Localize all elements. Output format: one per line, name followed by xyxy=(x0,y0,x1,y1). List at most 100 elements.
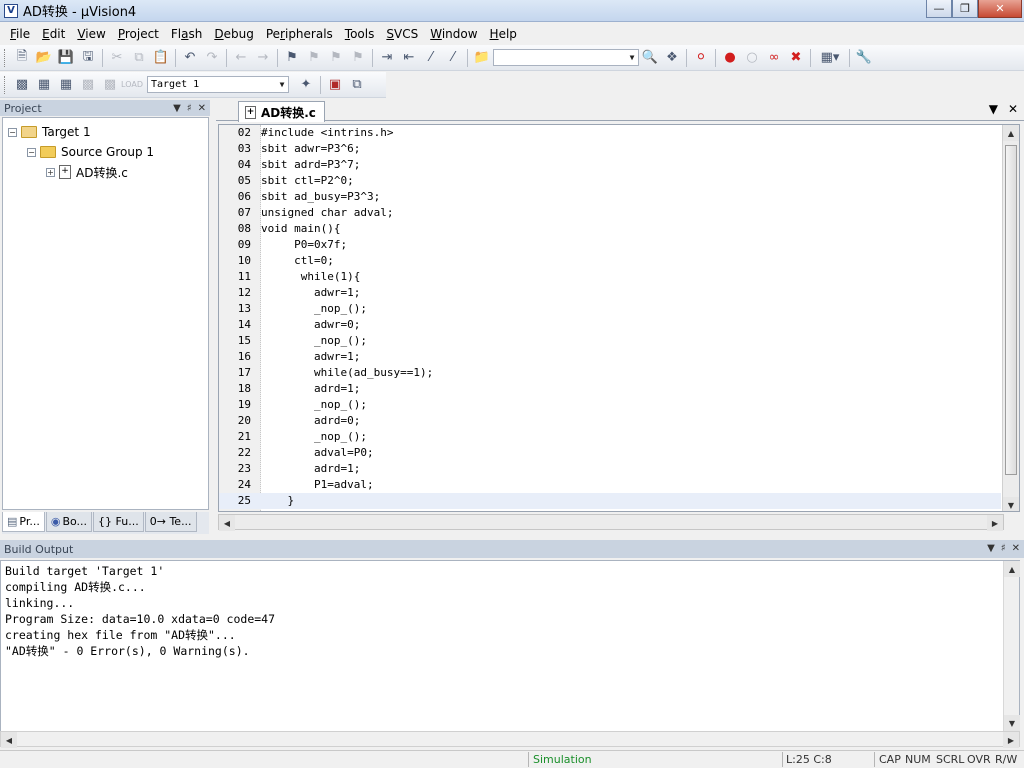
disable-breakpoint-icon[interactable]: ○ xyxy=(741,47,763,69)
code-editor[interactable]: 02 #include <intrins.h> 03 sbit adwr=P3^6; 0… xyxy=(218,124,1020,512)
editor-tab[interactable]: + AD转换.c xyxy=(238,101,325,122)
disable-all-breakpoints-icon[interactable]: ∞ xyxy=(763,47,785,69)
nav-back-icon[interactable]: ← xyxy=(230,47,252,69)
code-line[interactable]: 10 ctl=0; xyxy=(219,253,1001,269)
scroll-up-icon[interactable]: ▲ xyxy=(1003,125,1019,141)
menu-file[interactable]: File xyxy=(4,27,36,41)
find-icon[interactable]: 🔍 xyxy=(639,47,661,69)
find-in-files-icon[interactable]: 📁 xyxy=(471,47,493,69)
redo-icon[interactable]: ↷ xyxy=(201,47,223,69)
chevron-down-icon[interactable]: ▼ xyxy=(276,77,288,92)
clear-bookmarks-icon[interactable]: ⚑ xyxy=(347,47,369,69)
build-output[interactable]: ▲ ▼ Build target 'Target 1' compiling AD转… xyxy=(0,560,1020,732)
vertical-scrollbar[interactable]: ▲ ▼ xyxy=(1003,561,1020,731)
scroll-left-icon[interactable]: ◀ xyxy=(219,515,235,531)
vertical-scrollbar[interactable]: ▲ ▼ xyxy=(1002,125,1019,511)
code-line[interactable]: 25 } xyxy=(219,493,1001,509)
code-line[interactable]: 12 adwr=1; xyxy=(219,285,1001,301)
minimize-button[interactable]: — xyxy=(926,0,952,18)
panel-menu-icon[interactable]: ▼ xyxy=(987,543,995,554)
find-combo[interactable]: ▼ xyxy=(493,49,639,66)
scroll-right-icon[interactable]: ▶ xyxy=(987,515,1003,531)
code-line[interactable]: 23 adrd=1; xyxy=(219,461,1001,477)
bookmark-icon[interactable]: ⚑ xyxy=(281,47,303,69)
prev-bookmark-icon[interactable]: ⚑ xyxy=(303,47,325,69)
menu-peripherals[interactable]: Peripherals xyxy=(260,27,339,41)
menu-svcs[interactable]: SVCS xyxy=(380,27,424,41)
scroll-right-icon[interactable]: ▶ xyxy=(1003,732,1019,748)
save-icon[interactable]: 💾 xyxy=(55,47,77,69)
code-line[interactable]: 08 void main(){ xyxy=(219,221,1001,237)
code-line[interactable]: 17 while(ad_busy==1); xyxy=(219,365,1001,381)
pin-icon[interactable]: ♯ xyxy=(1001,543,1006,554)
undo-icon[interactable]: ↶ xyxy=(179,47,201,69)
close-icon[interactable]: ✕ xyxy=(198,103,206,114)
tree-item-file[interactable]: + + AD转换.c xyxy=(46,163,128,181)
code-line[interactable]: 09 P0=0x7f; xyxy=(219,237,1001,253)
paste-icon[interactable]: 📋 xyxy=(150,47,172,69)
copy-icon[interactable]: ⧉ xyxy=(128,47,150,69)
code-line[interactable]: 05 sbit ctl=P2^0; xyxy=(219,173,1001,189)
code-line[interactable]: 02 #include <intrins.h> xyxy=(219,125,1001,141)
code-line[interactable]: 22 adval=P0; xyxy=(219,445,1001,461)
menu-flash[interactable]: Flash xyxy=(165,27,208,41)
pin-icon[interactable]: ♯ xyxy=(187,103,192,114)
code-line[interactable]: 13 _nop_(); xyxy=(219,301,1001,317)
scroll-up-icon[interactable]: ▲ xyxy=(1004,561,1020,577)
tab-templates[interactable]: 0→ Te... xyxy=(144,512,197,532)
tab-books[interactable]: ◉ Bo... xyxy=(45,512,93,532)
code-line[interactable]: 04 sbit adrd=P3^7; xyxy=(219,157,1001,173)
translate-icon[interactable]: ▩ xyxy=(11,74,33,96)
menu-view[interactable]: View xyxy=(71,27,111,41)
uncomment-icon[interactable]: ⁄ xyxy=(442,47,464,69)
code-line[interactable]: 21 _nop_(); xyxy=(219,429,1001,445)
comment-icon[interactable]: ⁄ xyxy=(420,47,442,69)
code-line[interactable]: 07 unsigned char adval; xyxy=(219,205,1001,221)
code-line[interactable]: 24 P1=adval; xyxy=(219,477,1001,493)
code-line[interactable]: 03 sbit adwr=P3^6; xyxy=(219,141,1001,157)
tab-list-icon[interactable]: ▼ xyxy=(989,102,998,116)
configure-icon[interactable]: 🔧 xyxy=(853,47,875,69)
code-line[interactable]: 18 adrd=1; xyxy=(219,381,1001,397)
nav-forward-icon[interactable]: → xyxy=(252,47,274,69)
stop-build-icon[interactable]: ▩ xyxy=(99,74,121,96)
indent-icon[interactable]: ⇥ xyxy=(376,47,398,69)
next-bookmark-icon[interactable]: ⚑ xyxy=(325,47,347,69)
close-button[interactable]: ✕ xyxy=(978,0,1022,18)
cut-icon[interactable]: ✂ xyxy=(106,47,128,69)
scroll-thumb[interactable] xyxy=(1005,145,1017,475)
code-line[interactable]: 15 _nop_(); xyxy=(219,333,1001,349)
manage-components-icon[interactable]: ▣ xyxy=(324,74,346,96)
menu-tools[interactable]: Tools xyxy=(339,27,381,41)
expand-icon[interactable]: + xyxy=(46,167,55,177)
menu-edit[interactable]: Edit xyxy=(36,27,71,41)
scroll-down-icon[interactable]: ▼ xyxy=(1003,497,1019,511)
save-all-icon[interactable]: 🖫 xyxy=(77,47,99,69)
unindent-icon[interactable]: ⇤ xyxy=(398,47,420,69)
menu-debug[interactable]: Debug xyxy=(208,27,259,41)
code-line[interactable]: 19 _nop_(); xyxy=(219,397,1001,413)
close-icon[interactable]: ✕ xyxy=(1008,102,1018,116)
rebuild-icon[interactable]: ▦ xyxy=(55,74,77,96)
download-icon[interactable]: LOAD xyxy=(121,74,143,96)
multi-project-icon[interactable]: ⧉ xyxy=(346,74,368,96)
tree-item-target[interactable]: − Target 1 xyxy=(8,123,91,141)
menu-window[interactable]: Window xyxy=(424,27,483,41)
code-line[interactable]: 11 while(1){ xyxy=(219,269,1001,285)
collapse-icon[interactable]: − xyxy=(8,127,17,137)
tree-item-source-group[interactable]: − Source Group 1 xyxy=(27,143,154,161)
tab-functions[interactable]: {} Fu... xyxy=(93,512,144,532)
code-line[interactable]: 06 sbit ad_busy=P3^3; xyxy=(219,189,1001,205)
code-line[interactable]: 14 adwr=0; xyxy=(219,317,1001,333)
tab-project[interactable]: ▤ Pr... xyxy=(2,512,45,532)
build-icon[interactable]: ▦ xyxy=(33,74,55,96)
output-horizontal-scrollbar[interactable]: ◀ ▶ xyxy=(0,731,1020,748)
code-line[interactable]: 20 adrd=0; xyxy=(219,413,1001,429)
menu-project[interactable]: Project xyxy=(112,27,165,41)
panel-menu-icon[interactable]: ▼ xyxy=(173,103,181,114)
scroll-down-icon[interactable]: ▼ xyxy=(1004,715,1020,731)
code-line[interactable]: 16 adwr=1; xyxy=(219,349,1001,365)
incremental-find-icon[interactable]: ❖ xyxy=(661,47,683,69)
toolbar-grip[interactable] xyxy=(4,48,7,67)
debug-session-icon[interactable]: ⚪ xyxy=(690,47,712,69)
